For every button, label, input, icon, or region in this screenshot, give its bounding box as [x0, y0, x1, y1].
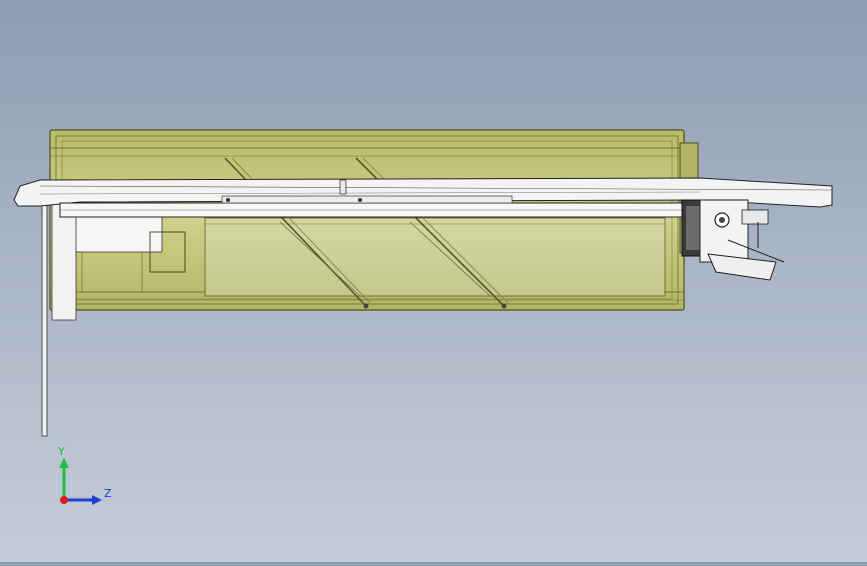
axis-triad: Y Z [57, 445, 112, 505]
cad-viewport[interactable]: Y Z [0, 0, 867, 562]
model-canvas[interactable]: Y Z [0, 0, 867, 562]
y-axis-label: Y [57, 445, 65, 458]
z-axis-label: Z [104, 487, 112, 500]
x-axis-origin [60, 496, 68, 504]
y-arrowhead [59, 458, 69, 468]
right-drive-assembly[interactable] [681, 199, 785, 281]
support-rod[interactable] [41, 189, 48, 437]
z-arrowhead [92, 495, 102, 505]
